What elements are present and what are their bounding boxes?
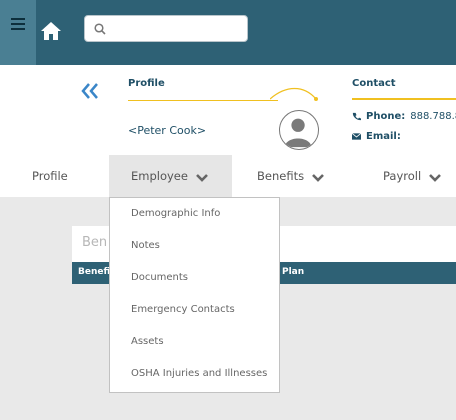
top-bar: [0, 0, 456, 65]
tab-benefits[interactable]: Benefits: [257, 155, 324, 197]
double-chevron-left-icon[interactable]: [80, 81, 100, 101]
chevron-down-icon: [429, 174, 442, 182]
tab-label: Benefits: [257, 169, 305, 183]
tab-label: Employee: [131, 169, 188, 183]
email-row: Email:: [352, 131, 406, 142]
tab-payroll[interactable]: Payroll: [383, 155, 442, 197]
card-title: Ben: [82, 235, 108, 250]
chevron-down-icon: [312, 174, 324, 182]
profile-section-label: Profile: [128, 78, 165, 89]
contact-section-label: Contact: [352, 78, 396, 89]
contact-divider: [352, 98, 456, 100]
profile-accent-arc: [270, 87, 318, 101]
column-header-plan[interactable]: Plan: [282, 267, 304, 277]
column-header-benefit[interactable]: Benefi: [78, 267, 110, 277]
tab-bar: Profile Employee Benefits Payroll: [0, 155, 456, 197]
employee-dropdown-menu: Demographic Info Notes Documents Emergen…: [109, 197, 280, 393]
menu-item-documents[interactable]: Documents: [131, 272, 188, 283]
phone-label: Phone:: [366, 111, 406, 122]
home-icon[interactable]: [40, 21, 62, 41]
email-label: Email:: [366, 131, 401, 142]
tab-profile[interactable]: Profile: [32, 155, 68, 197]
menu-button[interactable]: [0, 0, 36, 65]
search-icon: [94, 23, 106, 35]
search-box[interactable]: [84, 15, 248, 42]
envelope-icon: [352, 133, 361, 140]
menu-item-emergency-contacts[interactable]: Emergency Contacts: [131, 304, 235, 315]
profile-divider: [128, 100, 278, 101]
menu-item-osha-injuries[interactable]: OSHA Injuries and Illnesses: [131, 368, 267, 379]
chevron-down-icon: [196, 174, 208, 182]
tab-employee[interactable]: Employee: [109, 155, 232, 197]
phone-value: 888.788.8: [410, 111, 456, 122]
avatar[interactable]: [279, 110, 319, 150]
search-input[interactable]: [111, 19, 241, 39]
employee-name: <Peter Cook>: [128, 124, 207, 137]
tab-label: Payroll: [383, 169, 422, 183]
profile-header: Profile Contact <Peter Cook> Phone: 888.…: [0, 65, 456, 155]
menu-item-demographic-info[interactable]: Demographic Info: [131, 208, 220, 219]
avatar-icon: [284, 118, 312, 148]
menu-item-notes[interactable]: Notes: [131, 240, 160, 251]
menu-item-assets[interactable]: Assets: [131, 336, 164, 347]
tab-label: Profile: [32, 169, 68, 183]
menu-icon: [11, 18, 25, 30]
phone-row: Phone: 888.788.8: [352, 111, 456, 122]
phone-icon: [352, 112, 361, 121]
